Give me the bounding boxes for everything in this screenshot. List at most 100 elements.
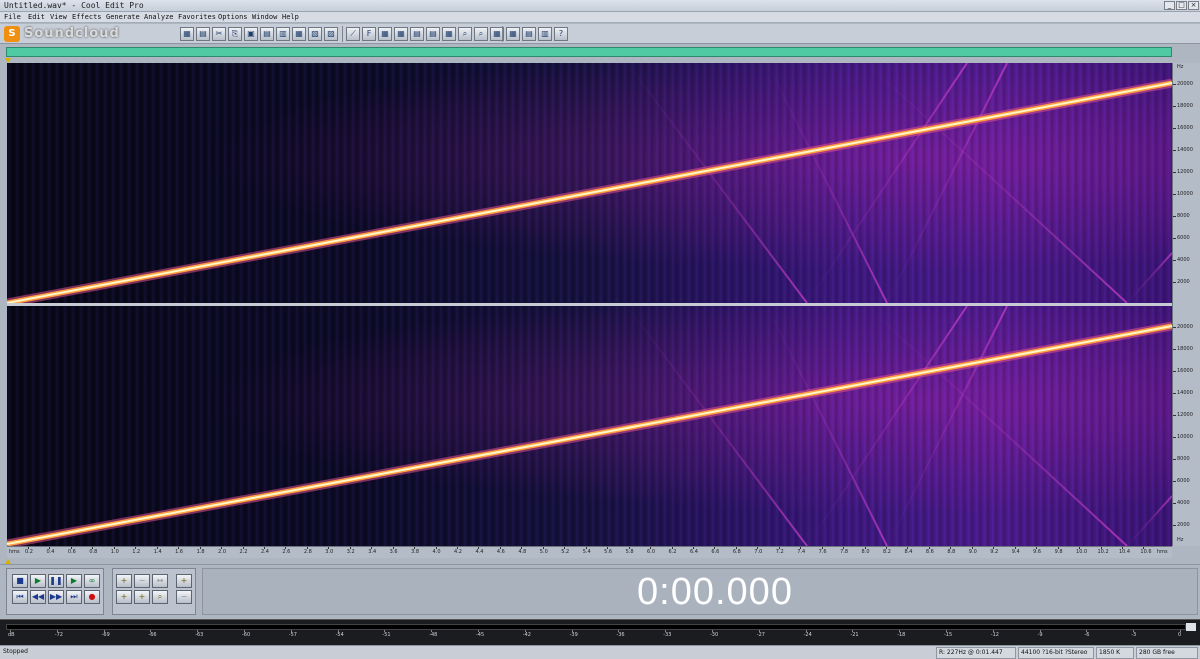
goto-start-button[interactable]: ⏮ bbox=[12, 590, 28, 604]
menu-help[interactable]: Help bbox=[282, 13, 299, 21]
freq-tick bbox=[1173, 393, 1176, 394]
time-label: 8.0 bbox=[861, 549, 870, 555]
record-button[interactable]: ● bbox=[84, 590, 100, 604]
toolbar-view2-icon[interactable]: ▤ bbox=[426, 27, 440, 41]
zoom-in-right-button[interactable]: + bbox=[134, 590, 150, 604]
time-label: 10.2 bbox=[1097, 549, 1109, 555]
minimize-button[interactable]: _ bbox=[1164, 1, 1175, 10]
time-label: 4.2 bbox=[454, 549, 462, 555]
rewind-button[interactable]: ◀◀ bbox=[30, 590, 46, 604]
zoom-out-horizontal-button[interactable]: − bbox=[134, 574, 150, 588]
spectral-view[interactable] bbox=[7, 63, 1172, 546]
status-cursor: R: 227Hz @ 0:01.447 bbox=[936, 647, 1016, 659]
menu-generate[interactable]: Generate bbox=[106, 13, 140, 21]
time-label: 8.8 bbox=[947, 549, 956, 555]
toolbar-trim-icon[interactable]: ▥ bbox=[276, 27, 290, 41]
alias-line bbox=[806, 306, 968, 546]
status-format: 44100 ?16-bit ?Stereo bbox=[1018, 647, 1094, 659]
toolbar-snap-icon[interactable]: ▦ bbox=[506, 27, 520, 41]
zoom-in-horizontal-button[interactable]: + bbox=[116, 574, 132, 588]
channel-right-plot bbox=[7, 306, 1172, 546]
loop-button[interactable]: ∞ bbox=[84, 574, 100, 588]
channel-left[interactable] bbox=[7, 63, 1172, 303]
toolbar-record-icon[interactable]: ▧ bbox=[308, 27, 322, 41]
db-label: -72 bbox=[54, 632, 63, 638]
freq-label: 18000 bbox=[1177, 346, 1193, 352]
toolbar-envelope-icon[interactable]: ⟋ bbox=[346, 27, 360, 41]
time-label: 5.0 bbox=[539, 549, 548, 555]
zoom-selection-button[interactable]: ⌕ bbox=[152, 590, 168, 604]
menu-view[interactable]: View bbox=[50, 13, 67, 21]
waveform-overview[interactable] bbox=[6, 47, 1172, 57]
freq-unit-label: Hz bbox=[1177, 537, 1184, 543]
toolbar-filter-icon[interactable]: F bbox=[362, 27, 376, 41]
time-label: 0.8 bbox=[89, 549, 98, 555]
close-button[interactable]: × bbox=[1188, 1, 1199, 10]
play-button[interactable]: ▶ bbox=[30, 574, 46, 588]
toolbar-zoom-icon[interactable]: ⌕ bbox=[458, 27, 472, 41]
zoom-out-full-button[interactable]: ↔ bbox=[152, 574, 168, 588]
toolbar-save-icon[interactable]: ▨ bbox=[324, 27, 338, 41]
db-label: -66 bbox=[148, 632, 157, 638]
pause-button[interactable]: ❚❚ bbox=[48, 574, 64, 588]
freq-label: 12000 bbox=[1177, 169, 1193, 175]
toolbar-marker-icon[interactable]: ▤ bbox=[522, 27, 536, 41]
toolbar-zoom2-icon[interactable]: ⌕ bbox=[474, 27, 488, 41]
channel-right[interactable] bbox=[7, 306, 1172, 546]
toolbar-settings-icon[interactable]: ▥ bbox=[538, 27, 552, 41]
toolbar-freq-icon[interactable]: ▦ bbox=[378, 27, 392, 41]
time-label: 5.8 bbox=[625, 549, 634, 555]
menu-effects[interactable]: Effects bbox=[72, 13, 102, 21]
db-label: -69 bbox=[101, 632, 110, 638]
alias-line bbox=[766, 63, 888, 303]
time-label: 6.2 bbox=[668, 549, 677, 555]
toolbar-paste-icon[interactable]: ▣ bbox=[244, 27, 258, 41]
time-label: 7.8 bbox=[840, 549, 849, 555]
frequency-ruler: Hz Hz 20000 18000 16000 14000 12000 10000 8000… bbox=[1172, 63, 1200, 546]
menu-favorites[interactable]: Favorites bbox=[178, 13, 216, 21]
menu-file[interactable]: File bbox=[4, 13, 21, 21]
time-label: 9.4 bbox=[1011, 549, 1020, 555]
db-label: -15 bbox=[944, 632, 953, 638]
zoom-in-vertical-button[interactable]: + bbox=[176, 574, 192, 588]
db-label: -24 bbox=[803, 632, 812, 638]
menu-analyze[interactable]: Analyze bbox=[144, 13, 174, 21]
time-ruler: hms hms 0.2 0.4 0.6 0.8 1.0 1.2 1.4 1.6 1.8 2.0 2.… bbox=[7, 546, 1172, 558]
toolbar-cut-icon[interactable]: ✂ bbox=[212, 27, 226, 41]
toolbar-wave-icon[interactable]: ▦ bbox=[180, 27, 194, 41]
time-label: 1.6 bbox=[175, 549, 184, 555]
toolbar-view-icon[interactable]: ▤ bbox=[410, 27, 424, 41]
freq-tick bbox=[1173, 503, 1176, 504]
status-size: 1850 K bbox=[1096, 647, 1134, 659]
zoom-in-left-button[interactable]: + bbox=[116, 590, 132, 604]
toolbar-eq-icon[interactable]: ▦ bbox=[394, 27, 408, 41]
time-label: 5.6 bbox=[604, 549, 613, 555]
menu-edit[interactable]: Edit bbox=[28, 13, 45, 21]
time-label: 6.6 bbox=[711, 549, 720, 555]
toolbar-silence-icon[interactable]: ▦ bbox=[292, 27, 306, 41]
toolbar-spectral-icon[interactable]: ▤ bbox=[196, 27, 210, 41]
menu-options[interactable]: Options bbox=[218, 13, 248, 21]
time-label: 3.8 bbox=[411, 549, 420, 555]
time-label: 1.0 bbox=[110, 549, 119, 555]
maximize-button[interactable]: □ bbox=[1176, 1, 1187, 10]
freq-label: 14000 bbox=[1177, 390, 1193, 396]
time-label: 3.6 bbox=[389, 549, 398, 555]
toolbar-view3-icon[interactable]: ▦ bbox=[442, 27, 456, 41]
zoom-out-vertical-button[interactable]: − bbox=[176, 590, 192, 604]
time-label: 8.2 bbox=[883, 549, 891, 555]
menu-window[interactable]: Window bbox=[252, 13, 277, 21]
toolbar-help-icon[interactable]: ? bbox=[554, 27, 568, 41]
forward-button[interactable]: ▶▶ bbox=[48, 590, 64, 604]
freq-unit-label: Hz bbox=[1177, 64, 1184, 70]
time-label: 6.4 bbox=[689, 549, 698, 555]
status-state: Stopped bbox=[3, 648, 28, 655]
toolbar-copy-icon[interactable]: ⎘ bbox=[228, 27, 242, 41]
play-to-end-button[interactable]: ▶ bbox=[66, 574, 82, 588]
toolbar-mix-icon[interactable]: ▤ bbox=[260, 27, 274, 41]
goto-end-button[interactable]: ⏭ bbox=[66, 590, 82, 604]
freq-tick bbox=[1173, 260, 1176, 261]
stop-button[interactable]: ■ bbox=[12, 574, 28, 588]
time-label: 9.0 bbox=[968, 549, 977, 555]
time-label: 10.0 bbox=[1076, 549, 1088, 555]
